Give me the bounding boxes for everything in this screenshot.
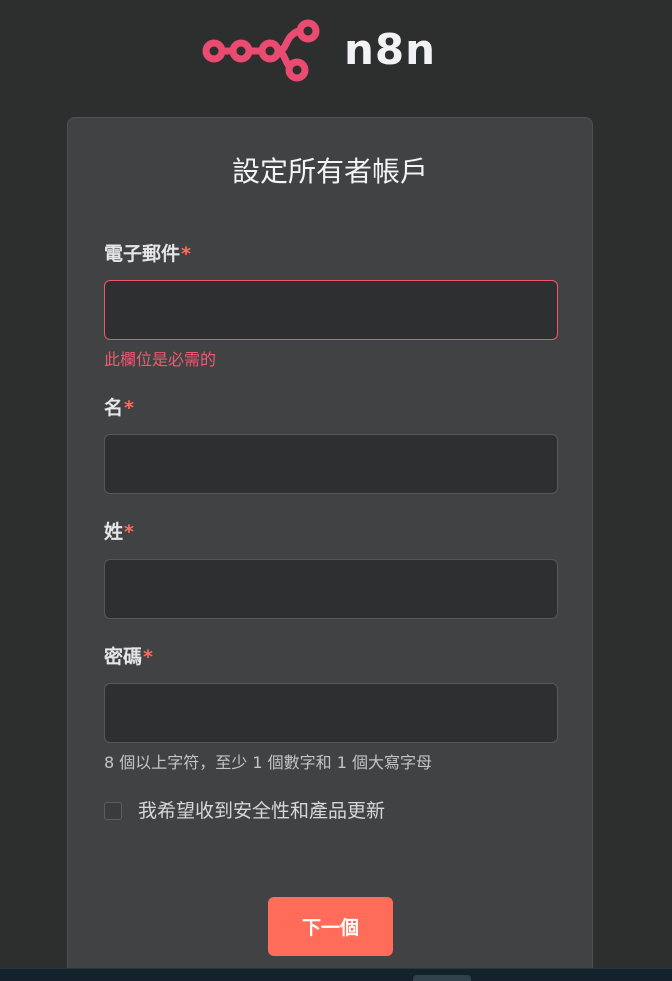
password-label: 密碼*: [104, 644, 153, 670]
brand-name: n8n: [344, 25, 437, 74]
page-title: 設定所有者帳戶: [231, 155, 428, 188]
n8n-logo-icon: [202, 18, 322, 84]
security-updates-label[interactable]: 我希望收到安全性和產品更新: [138, 798, 385, 824]
password-field[interactable]: [104, 683, 558, 743]
email-error-message: 此欄位是必需的: [104, 350, 217, 369]
first-name-label: 名*: [104, 395, 134, 421]
required-asterisk: *: [124, 397, 134, 419]
owner-setup-page: n8n 設定所有者帳戶 電子郵件* 此欄位是必需的 名* 姓* 密碼* 8 個以…: [0, 0, 672, 981]
email-field[interactable]: [104, 280, 558, 340]
last-name-field[interactable]: [104, 559, 558, 619]
password-hint: 8 個以上字符，至少 1 個數字和 1 個大寫字母: [104, 753, 432, 772]
bottom-tab-handle[interactable]: [413, 975, 471, 981]
security-updates-checkbox-row[interactable]: 我希望收到安全性和產品更新: [104, 796, 385, 826]
brand-header: n8n: [202, 18, 436, 84]
required-asterisk: *: [181, 243, 191, 265]
security-updates-checkbox[interactable]: [104, 802, 122, 820]
required-asterisk: *: [143, 646, 153, 668]
email-label-text: 電子郵件: [104, 243, 181, 265]
password-label-text: 密碼: [104, 646, 143, 668]
last-name-label: 姓*: [104, 519, 134, 545]
next-button[interactable]: 下一個: [268, 897, 393, 956]
first-name-label-text: 名: [104, 397, 124, 419]
last-name-label-text: 姓: [104, 521, 124, 543]
bottom-bar: [0, 968, 672, 981]
required-asterisk: *: [124, 521, 134, 543]
first-name-field[interactable]: [104, 434, 558, 494]
email-label: 電子郵件*: [104, 241, 191, 267]
